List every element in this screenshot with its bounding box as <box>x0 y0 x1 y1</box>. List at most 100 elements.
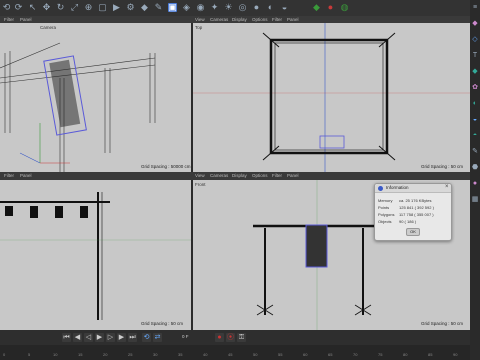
pen-icon[interactable]: ✎ <box>154 3 163 12</box>
prev-key-icon[interactable]: ◀ <box>73 333 82 342</box>
frame-label: 60 <box>303 352 308 357</box>
motion-icon[interactable]: ⇄ <box>153 333 162 342</box>
autokey-icon[interactable]: ⦿ <box>226 333 235 342</box>
keyframe-icon[interactable]: ⚿ <box>237 333 246 342</box>
menu-cameras-4[interactable]: Cameras <box>210 172 228 180</box>
perspective-viewport[interactable]: Camera Grid Spacing : 50000 cm <box>0 23 191 172</box>
menu-panel-4[interactable]: Panel <box>287 172 299 180</box>
next-frame-icon[interactable]: ▷ <box>106 333 115 342</box>
extrude-icon[interactable]: ◉ <box>196 3 205 12</box>
deformer-icon[interactable]: ✦ <box>210 3 219 12</box>
dialog-title: Information <box>386 185 409 190</box>
right-toolbar: ≡ ◆ ◇ T ◆ ✿ ◐ ◒ ◓ ✎ ⬣ ● ▦ <box>470 0 480 360</box>
axis-icon[interactable]: ● <box>326 3 335 12</box>
floor-icon[interactable]: ◍ <box>340 3 349 12</box>
array-icon[interactable]: ◈ <box>182 3 191 12</box>
viewport-menu-bar: Filter Panel View Cameras Display Option… <box>0 16 470 23</box>
render-region-icon[interactable]: ▢ <box>98 3 107 12</box>
menu-filter-4[interactable]: Filter <box>272 172 282 180</box>
frame-label: 55 <box>278 352 283 357</box>
frame-label: 10 <box>53 352 58 357</box>
info-points-label: Points <box>378 205 390 210</box>
bridge-icon[interactable]: ◒ <box>471 116 479 124</box>
next-key-icon[interactable]: ▶ <box>117 333 126 342</box>
bevel-icon[interactable]: ◆ <box>471 68 479 76</box>
sphere-icon[interactable]: ● <box>252 3 261 12</box>
timeline-ruler[interactable] <box>0 345 470 360</box>
knife-icon[interactable]: ◇ <box>471 36 479 44</box>
menu-view[interactable]: View <box>195 16 205 23</box>
record-icon[interactable]: ● <box>215 333 224 342</box>
info-objects-label: Objects <box>378 219 392 224</box>
snap-icon[interactable]: ◆ <box>312 3 321 12</box>
render-settings-icon[interactable]: ⚙ <box>126 3 135 12</box>
paint-icon[interactable]: ● <box>471 180 479 188</box>
menu-options[interactable]: Options <box>252 16 268 23</box>
current-frame[interactable]: 0 F <box>182 334 189 339</box>
menu-filter-2[interactable]: Filter <box>272 16 282 23</box>
menu-options-4[interactable]: Options <box>252 172 268 180</box>
frame-label: 5 <box>28 352 31 357</box>
info-polygons-label: Polygons <box>378 212 395 217</box>
prev-frame-icon[interactable]: ◁ <box>84 333 93 342</box>
sculpt-icon[interactable]: ⬣ <box>471 164 479 172</box>
close-icon[interactable]: × <box>445 184 449 190</box>
right-viewport[interactable]: Grid Spacing : 50 cm <box>0 180 191 330</box>
extrude-icon[interactable]: ✿ <box>471 84 479 92</box>
menu-display-4[interactable]: Display <box>232 172 247 180</box>
right-scene <box>0 192 191 320</box>
frame-label: 25 <box>128 352 133 357</box>
dialog-header: Information × <box>375 184 451 193</box>
menu-view-4[interactable]: View <box>195 172 205 180</box>
redo-icon[interactable]: ⟳ <box>14 3 23 12</box>
scale-icon[interactable]: ⤢ <box>70 3 79 12</box>
frame-label: 40 <box>203 352 208 357</box>
render-view-icon[interactable]: ▶ <box>112 3 121 12</box>
menu-filter-3[interactable]: Filter <box>4 172 14 180</box>
menu-icon[interactable]: ≡ <box>471 4 479 12</box>
grid-icon[interactable]: ▦ <box>471 196 479 204</box>
light-icon[interactable]: ☀ <box>224 3 233 12</box>
undo-icon[interactable]: ⟲ <box>2 3 11 12</box>
top-scene <box>193 23 470 172</box>
loop-icon[interactable]: ⟲ <box>142 333 151 342</box>
weld-icon[interactable]: ◓ <box>471 132 479 140</box>
grid-spacing-label: Grid Spacing : 50000 cm <box>141 164 191 169</box>
first-frame-icon[interactable]: ⏮ <box>62 333 71 342</box>
info-polygons-value: 117 758 ( 355 007 ) <box>399 212 434 217</box>
move-icon[interactable]: ✥ <box>42 3 51 12</box>
menu-panel-3[interactable]: Panel <box>20 172 32 180</box>
info-memory-value: ca. 25 176 KBytes <box>399 198 432 203</box>
subdivision-icon[interactable]: ▣ <box>168 3 177 12</box>
cube-icon[interactable]: ◆ <box>140 3 149 12</box>
frame-label: 0 <box>3 352 6 357</box>
menu-panel-2[interactable]: Panel <box>287 16 299 23</box>
play-icon[interactable]: ▶ <box>95 333 104 342</box>
coordinate-icon[interactable]: ⊕ <box>84 3 93 12</box>
frame-label: 35 <box>178 352 183 357</box>
menu-filter[interactable]: Filter <box>4 16 14 23</box>
frame-label: 70 <box>353 352 358 357</box>
grid-spacing-label: Grid Spacing : 50 cm <box>421 164 464 169</box>
menu-cameras[interactable]: Cameras <box>210 16 228 23</box>
tag-icon[interactable]: ◐ <box>266 3 275 12</box>
last-frame-icon[interactable]: ⏭ <box>128 333 137 342</box>
select-icon[interactable]: ↖ <box>28 3 37 12</box>
top-viewport[interactable]: Top Grid Spacing : 50 cm <box>193 23 470 172</box>
poly-pen-icon[interactable]: ◆ <box>471 20 479 28</box>
ok-button[interactable]: OK <box>406 228 420 236</box>
camera-icon[interactable]: ◎ <box>238 3 247 12</box>
frame-label: 45 <box>228 352 233 357</box>
material-icon[interactable]: ◒ <box>280 3 289 12</box>
perspective-scene <box>0 42 156 172</box>
rotate-icon[interactable]: ↻ <box>56 3 65 12</box>
frame-label: 90 <box>453 352 458 357</box>
frame-label: 30 <box>153 352 158 357</box>
menu-panel[interactable]: Panel <box>20 16 32 23</box>
info-objects-value: 90 ( 186 ) <box>399 219 417 224</box>
text-icon[interactable]: T <box>471 52 479 60</box>
info-icon <box>378 186 383 191</box>
brush-icon[interactable]: ✎ <box>471 148 479 156</box>
menu-display[interactable]: Display <box>232 16 247 23</box>
loop-select-icon[interactable]: ◐ <box>471 100 479 108</box>
